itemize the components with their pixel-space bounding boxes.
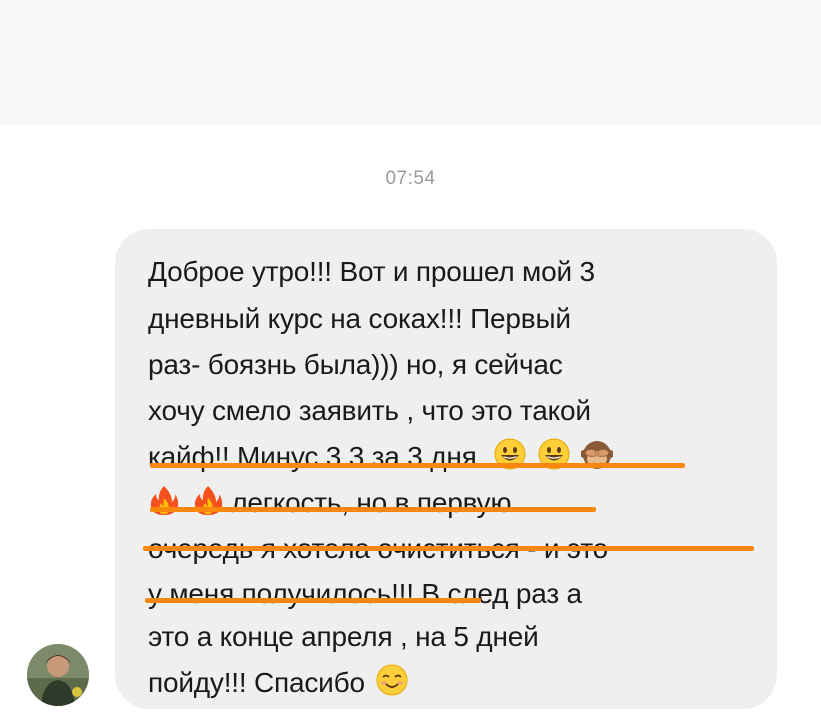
message-line-10-row: пойду!!! Спасибо [148,664,408,700]
highlight-underline [150,507,596,512]
message-line-8: у меня получилось!!! В след раз а [148,578,582,609]
message-line-6: легкость, но в первую [231,487,512,518]
message-line-2: дневный курс на соках!!! Первый [148,303,571,334]
message-line-4: хочу смело заявить , что это такой [148,395,591,426]
message-line-9: это а конце апреля , на 5 дней [148,621,539,652]
message-timestamp: 07:54 [385,168,436,189]
highlight-underline [143,546,754,551]
message-line-5-row: кайф!! Минус 3.3 за 3 дня [148,438,614,474]
smiling-face-icon [376,664,408,696]
message-line-10: пойду!!! Спасибо [148,667,365,698]
sender-avatar[interactable] [27,644,89,706]
message-line-3: раз- боязнь была))) но, я сейчас [148,349,563,380]
highlight-underline [145,598,481,603]
highlight-underline [150,463,685,468]
message-line-6-row: легкость, но в первую [148,484,511,520]
message-line-1: Доброе утро!!! Вот и прошел мой 3 [148,256,595,287]
top-header-area [0,0,821,125]
